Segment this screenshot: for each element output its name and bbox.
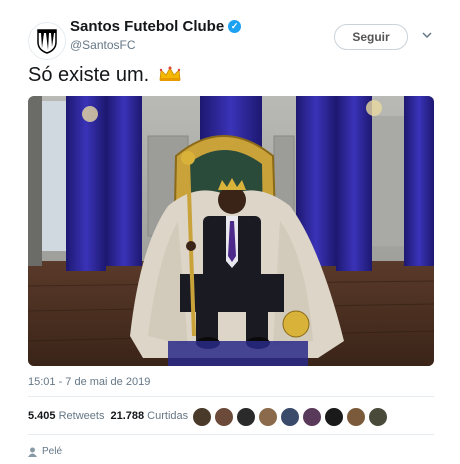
- person-icon: [28, 447, 37, 457]
- follow-button[interactable]: Seguir: [334, 24, 408, 50]
- liker-avatar[interactable]: [346, 407, 366, 427]
- liker-avatar[interactable]: [192, 407, 212, 427]
- tweet-text: Só existe um.: [28, 64, 181, 87]
- chevron-down-icon[interactable]: [422, 30, 432, 40]
- account-name[interactable]: Santos Futebol Clube: [70, 18, 224, 35]
- liker-avatar[interactable]: [324, 407, 344, 427]
- santos-crest-icon: [37, 29, 57, 54]
- photo-image: [28, 96, 434, 366]
- likes-stat[interactable]: 21.788 Curtidas: [110, 410, 188, 422]
- liker-avatar[interactable]: [214, 407, 234, 427]
- tagged-user[interactable]: Pelé: [28, 446, 62, 457]
- divider: [28, 434, 434, 435]
- account-names: Santos Futebol Clube ✓ @SantosFC: [70, 18, 242, 52]
- tweet-card: Santos Futebol Clube ✓ @SantosFC Seguir …: [0, 0, 460, 464]
- liker-avatar[interactable]: [258, 407, 278, 427]
- account-handle[interactable]: @SantosFC: [70, 38, 241, 52]
- verified-icon: ✓: [228, 20, 242, 33]
- liker-avatar[interactable]: [280, 407, 300, 427]
- tagged-user-name: Pelé: [42, 446, 63, 457]
- liker-avatars: [192, 407, 388, 427]
- tweet-timestamp[interactable]: 15:01 - 7 de mai de 2019: [28, 376, 150, 388]
- tweet-stats: 5.405 Retweets 21.788 Curtidas: [28, 410, 188, 422]
- crown-icon: [159, 66, 181, 81]
- retweets-stat[interactable]: 5.405 Retweets: [28, 410, 104, 422]
- liker-avatar[interactable]: [368, 407, 388, 427]
- liker-avatar[interactable]: [236, 407, 256, 427]
- tweet-photo[interactable]: [28, 96, 434, 366]
- divider: [28, 396, 434, 397]
- liker-avatar[interactable]: [302, 407, 322, 427]
- avatar[interactable]: [28, 22, 66, 60]
